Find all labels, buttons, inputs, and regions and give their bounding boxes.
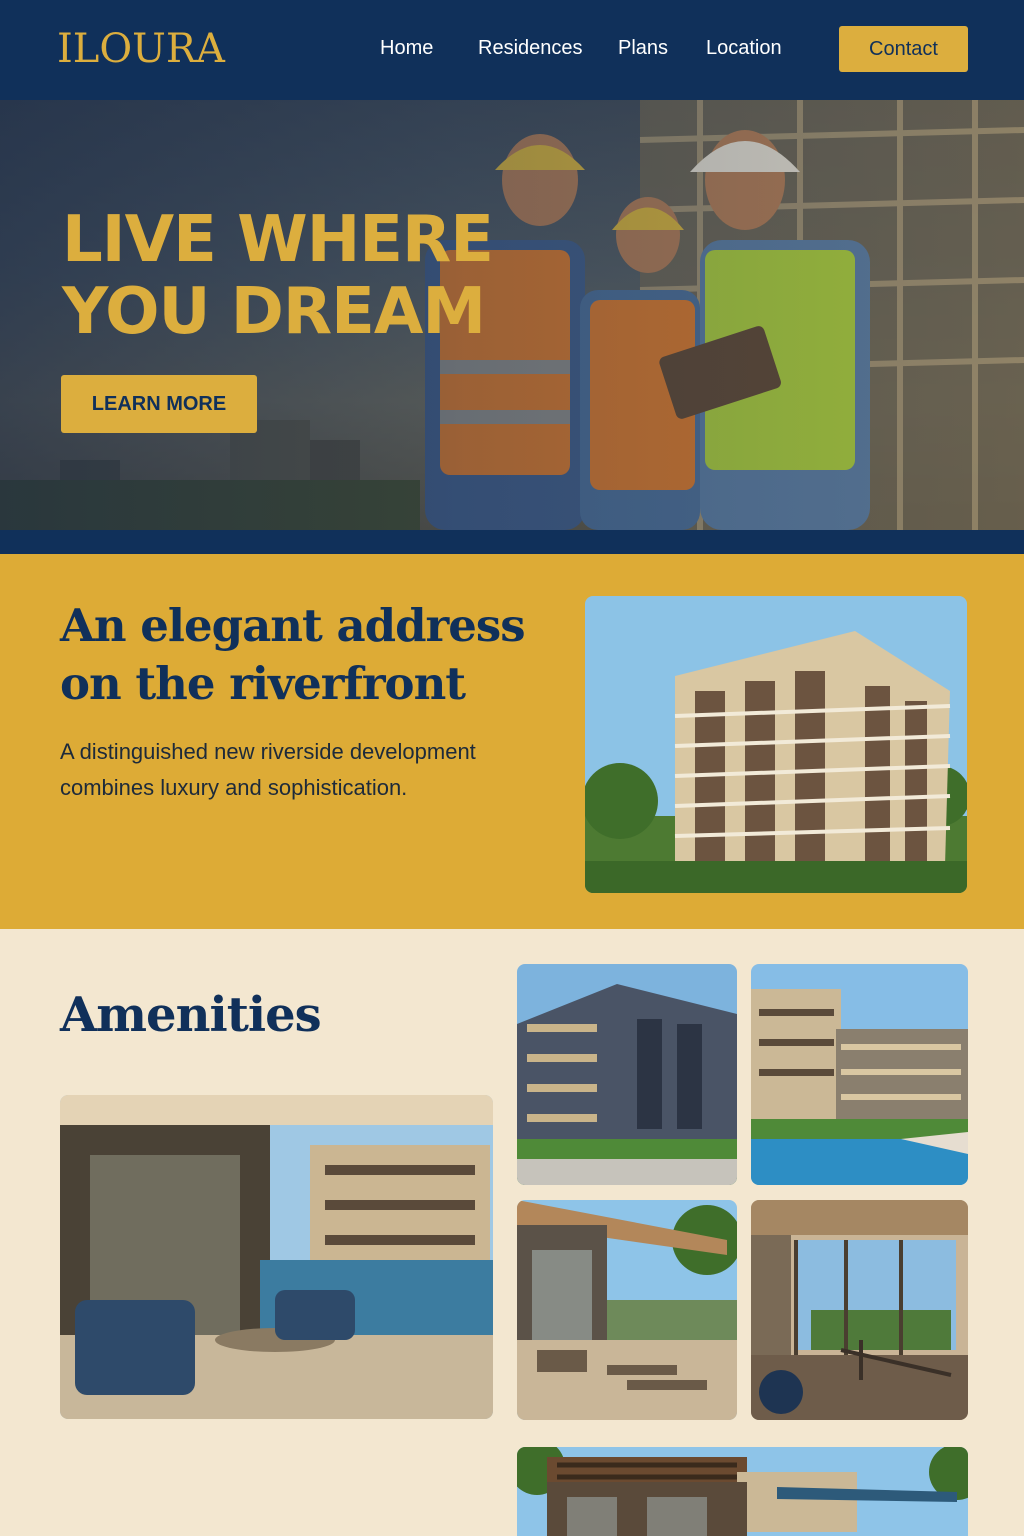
contact-button[interactable]: Contact: [839, 26, 968, 72]
amenity-photo-pavilion[interactable]: [517, 1447, 968, 1536]
intro-title: An elegant address on the riverfront: [60, 599, 526, 710]
hero-divider: [0, 530, 1024, 554]
amenity-photo-patio[interactable]: [517, 1200, 737, 1420]
amenity-photo-terrace[interactable]: [60, 1095, 493, 1419]
nav-location[interactable]: Location: [706, 37, 782, 60]
amenity-photo-facade[interactable]: [517, 964, 737, 1185]
nav-residences[interactable]: Residences: [478, 37, 583, 60]
amenity-photo-pool[interactable]: [751, 964, 968, 1185]
intro-section: An elegant address on the riverfront A d…: [0, 554, 1024, 929]
logo[interactable]: ILOURA: [57, 26, 225, 72]
nav-home[interactable]: Home: [380, 37, 433, 60]
intro-text: A distinguished new riverside developmen…: [60, 739, 476, 800]
hero-title: LIVE WHERE YOU DREAM: [62, 203, 494, 349]
nav-plans[interactable]: Plans: [618, 37, 668, 60]
learn-more-button[interactable]: LEARN MORE: [61, 375, 257, 433]
building-photo: [585, 596, 967, 893]
amenity-photo-gym[interactable]: [751, 1200, 968, 1420]
amenities-title: Amenities: [60, 987, 322, 1043]
site-header: ILOURA Home Residences Plans Location Co…: [0, 0, 1024, 100]
hero-banner: LIVE WHERE YOU DREAM LEARN MORE: [0, 100, 1024, 530]
